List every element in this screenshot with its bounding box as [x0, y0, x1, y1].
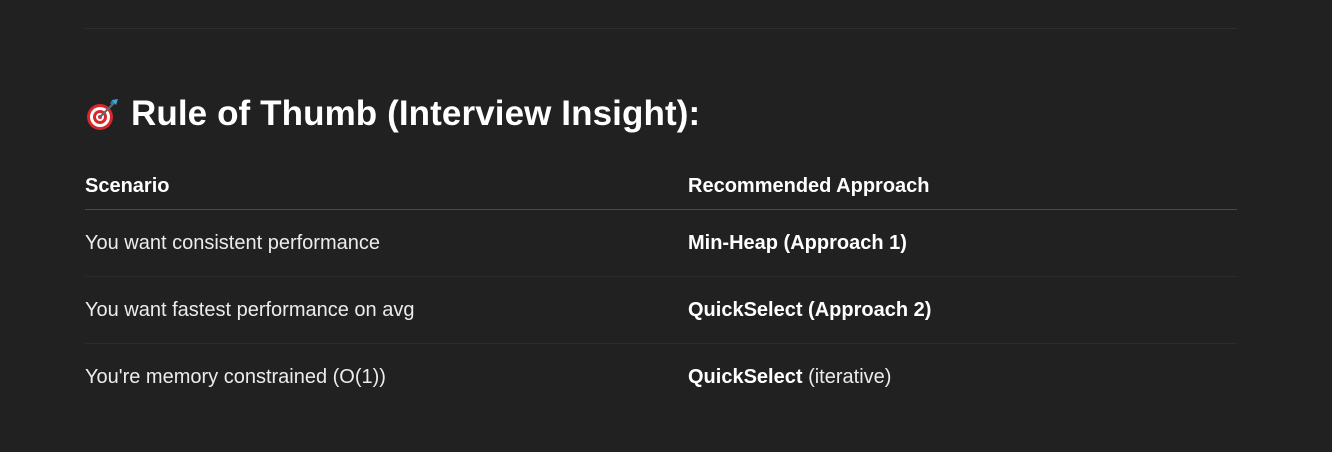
- table-header-row: Scenario Recommended Approach: [85, 163, 1237, 210]
- approach-bold-text: QuickSelect: [688, 365, 803, 388]
- section-heading: Rule of Thumb (Interview Insight):: [85, 92, 700, 136]
- target-dart-icon: [85, 96, 121, 132]
- approach-note-text: (iterative): [802, 365, 892, 388]
- rule-of-thumb-table: Scenario Recommended Approach You want c…: [85, 163, 1237, 410]
- table-row: You want consistent performance Min-Heap…: [85, 209, 1237, 277]
- approach-cell: Min-Heap (Approach 1): [688, 209, 1237, 277]
- approach-cell: QuickSelect (iterative): [688, 344, 1237, 411]
- scenario-cell: You want fastest performance on avg: [85, 276, 688, 344]
- scenario-cell: You want consistent performance: [85, 209, 688, 277]
- heading-title: Rule of Thumb (Interview Insight):: [131, 94, 701, 133]
- column-header-scenario: Scenario: [85, 163, 688, 210]
- column-header-approach: Recommended Approach: [688, 163, 1237, 210]
- scenario-cell: You're memory constrained (O(1)): [85, 365, 386, 388]
- horizontal-rule: [85, 28, 1237, 29]
- approach-bold-text: QuickSelect (Approach 2): [688, 298, 932, 321]
- table-row: You want fastest performance on avg Quic…: [85, 276, 1237, 344]
- table-row: You're memory constrained (O(1)) QuickSe…: [85, 344, 1237, 411]
- approach-cell: QuickSelect (Approach 2): [688, 276, 1237, 344]
- approach-bold-text: Min-Heap (Approach 1): [688, 231, 907, 254]
